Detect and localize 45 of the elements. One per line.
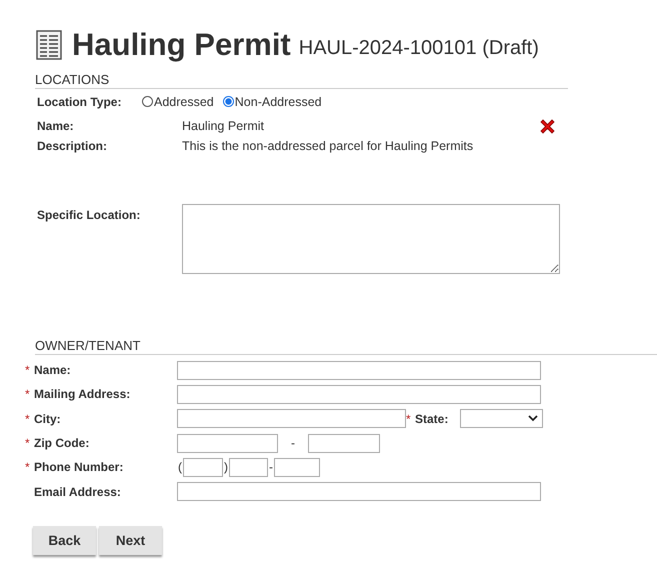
field-label: City: (34, 412, 61, 426)
field-label: Zip Code: (34, 436, 90, 450)
input-field[interactable] (229, 458, 268, 477)
input-field[interactable] (177, 409, 406, 428)
delete-icon[interactable] (539, 118, 556, 134)
input-field[interactable] (177, 482, 541, 502)
nav-button[interactable]: Back (33, 526, 96, 555)
field-label: Name: (34, 363, 71, 378)
required-mark: * (25, 436, 31, 450)
field-label: Phone Number: (34, 460, 124, 474)
section-heading: OWNER/TENANT (35, 338, 657, 355)
input-field[interactable] (274, 458, 320, 477)
separator: - (268, 460, 274, 474)
required-mark: * (25, 387, 31, 402)
field-label: Description: (36, 139, 108, 153)
state-dropdown[interactable] (460, 409, 543, 428)
input-field[interactable] (308, 434, 380, 453)
required-mark: * (25, 363, 31, 378)
specific-location-field[interactable] (182, 204, 560, 274)
record-number: HAUL-2024-100101 (Draft) (298, 36, 539, 60)
parenthesis: ( (177, 460, 183, 474)
field-label: Name: (36, 119, 75, 133)
field-label: Mailing Address: (34, 387, 130, 402)
input-field[interactable] (177, 384, 541, 404)
required-mark: * (406, 412, 412, 426)
field-value: This is the non-addressed parcel for Hauling Permits (182, 139, 474, 153)
field-value: Hauling Permit (182, 119, 264, 133)
document-icon (36, 30, 62, 60)
nav-button[interactable]: Next (99, 526, 162, 555)
section-heading: LOCATIONS (35, 72, 568, 89)
input-field[interactable] (177, 434, 278, 453)
separator: - (290, 436, 296, 450)
chevron-icon (528, 415, 538, 422)
page-title: Hauling Permit (72, 27, 291, 63)
field-label: State: (415, 412, 450, 426)
radio-option[interactable]: Addressed (142, 94, 214, 108)
required-mark: * (25, 460, 31, 474)
required-mark: * (25, 412, 31, 426)
field-label: Specific Location: (36, 208, 142, 222)
field-label: Email Address: (34, 484, 121, 499)
input-field[interactable] (183, 458, 223, 477)
radio-option[interactable]: Non-Addressed (222, 94, 322, 108)
field-label: Location Type: (36, 94, 122, 108)
input-field[interactable] (177, 360, 541, 380)
parenthesis: ) (223, 460, 229, 474)
